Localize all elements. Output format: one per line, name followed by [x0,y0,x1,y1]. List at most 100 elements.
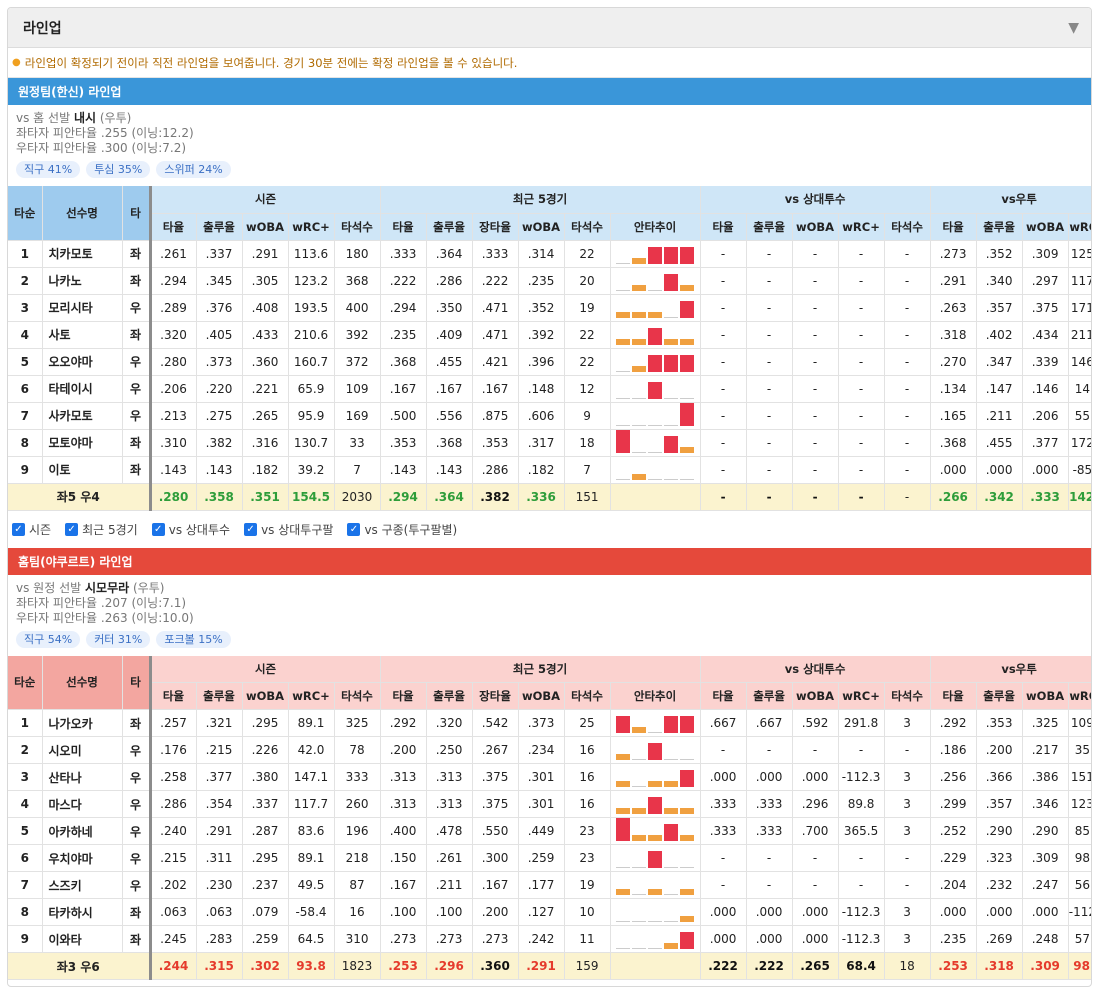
collapse-arrow-icon[interactable]: ▼ [1068,20,1079,36]
table-row[interactable]: 3 산타나 우 .258.377.380 147.1 333.313.313.375.30… [8,763,1091,791]
recent-col-header[interactable]: wOBA [518,682,565,710]
vs-pitcher-col-header[interactable]: 타율 [699,682,747,710]
table-row[interactable]: 9 이토 좌 .143.143.182 39.2 7.143.143.286.182 7- -… [8,456,1091,484]
table-row[interactable]: 9 이와타 좌 .245.283.259 64.5 310.273.273.273.242… [8,925,1091,953]
filter-checkbox[interactable]: ✓ 시즌 [12,521,51,538]
season-col-header[interactable]: 타석수 [334,682,381,710]
season-col-header[interactable]: 타율 [148,682,197,710]
filter-checkbox[interactable]: ✓ vs 상대투수 [151,521,230,538]
recent-col-header[interactable]: 안타추이 [610,682,701,710]
table-row[interactable]: 5 아카하네 우 .240.291.287 83.6 196.400.478.550.44… [8,817,1091,845]
table-row[interactable]: 3 모리시타 우 .289.376.408 193.5 400.294.350.471.3… [8,294,1091,322]
player-name[interactable]: 사카모토 [42,402,123,430]
filter-checkbox[interactable]: ✓ vs 구종(투구팔별) [347,521,457,538]
hit-trend-bar [616,921,631,922]
table-row[interactable]: 4 사토 좌 .320.405.433 210.6 392.235.409.471.392… [8,321,1091,349]
table-row[interactable]: 1 나가오카 좌 .257.321.295 89.1 325.292.320.542.37… [8,709,1091,737]
vs-pitcher-col-header[interactable]: 출루율 [746,213,793,241]
player-name[interactable]: 이와타 [42,925,123,953]
recent-col-header[interactable]: 타율 [379,682,427,710]
vs-hand-col-header[interactable]: wOBA [1022,213,1069,241]
vs-hand-col-header[interactable]: wRC+ [1068,682,1091,710]
table-row[interactable]: 8 타카하시 좌 .063.063.079 -58.4 16.100.100.200.12… [8,898,1091,926]
vs-pitcher-col-header[interactable]: wRC+ [838,682,885,710]
hit-trend-bar [648,478,663,480]
checkbox-checked-icon[interactable]: ✓ [12,522,25,536]
player-name[interactable]: 스즈키 [42,871,123,899]
player-name[interactable]: 시오미 [42,736,123,764]
recent-col-header[interactable]: 장타율 [472,682,519,710]
checkbox-checked-icon[interactable]: ✓ [151,522,165,536]
player-name[interactable]: 사토 [42,321,123,349]
checkbox-checked-icon[interactable]: ✓ [347,522,361,536]
home-pitcher-name[interactable]: 시모무라 [85,581,129,595]
table-row[interactable]: 6 타테이시 우 .206.220.221 65.9 109.167.167.167.14… [8,375,1091,403]
hit-trend-bar [648,835,663,841]
table-row[interactable]: 2 시오미 우 .176.215.226 42.0 78.200.250.267.234 1… [8,736,1091,764]
away-pitcher-name[interactable]: 내시 [74,111,96,125]
player-name[interactable]: 아카하네 [42,817,123,845]
season-col-header[interactable]: 타율 [148,213,197,241]
table-row[interactable]: 8 모토야마 좌 .310.382.316 130.7 33.353.368.353.31… [8,429,1091,457]
filter-checkbox[interactable]: ✓ vs 상대투구팔 [244,521,333,538]
recent-stat: .300 [472,844,519,872]
table-row[interactable]: 4 마스다 우 .286.354.337 117.7 260.313.313.375.30… [8,790,1091,818]
table-row[interactable]: 6 우치야마 우 .215.311.295 89.1 218.150.261.300.25… [8,844,1091,872]
player-name[interactable]: 타카하시 [42,898,123,926]
table-row[interactable]: 5 오오야마 우 .280.373.360 160.7 372.368.455.421.3… [8,348,1091,376]
season-col-header[interactable]: 타석수 [334,213,381,241]
player-name[interactable]: 나가오카 [42,709,123,737]
season-col-header[interactable]: wRC+ [288,213,335,241]
player-name[interactable]: 오오야마 [42,348,123,376]
player-name[interactable]: 산타나 [42,763,123,791]
vs-hand-col-header[interactable]: 출루율 [976,213,1023,241]
vs-hand-col-header[interactable]: 타율 [929,213,977,241]
player-name[interactable]: 치카모토 [42,240,123,268]
vs-pitcher-col-header[interactable]: 타석수 [884,682,931,710]
vs-pitcher-col-header[interactable]: 타율 [699,213,747,241]
checkbox-checked-icon[interactable]: ✓ [65,522,79,536]
panel-header[interactable]: 라인업 ▼ [8,8,1091,48]
player-name[interactable]: 타테이시 [42,375,123,403]
vs-pitcher-col-header[interactable]: 출루율 [746,682,793,710]
season-col-header[interactable]: 출루율 [196,213,243,241]
recent-col-header[interactable]: 출루율 [426,213,473,241]
season-col-header[interactable]: wOBA [242,213,289,241]
table-row[interactable]: 2 나카노 좌 .294.345.305 123.2 368.222.286.222.23… [8,267,1091,295]
season-col-header[interactable]: wRC+ [288,682,335,710]
vs-pitcher-stat: 3 [884,817,931,845]
player-name[interactable]: 마스다 [42,790,123,818]
recent-col-header[interactable]: 출루율 [426,682,473,710]
recent-col-header[interactable]: 안타추이 [610,213,701,241]
vs-pitcher-stat: - [792,375,839,403]
vs-pitcher-col-header[interactable]: wRC+ [838,213,885,241]
table-row[interactable]: 7 스즈키 우 .202.230.237 49.5 87.167.211.167.177 1… [8,871,1091,899]
player-name[interactable]: 모리시타 [42,294,123,322]
season-col-header[interactable]: wOBA [242,682,289,710]
vs-hand-col-header[interactable]: 출루율 [976,682,1023,710]
checkbox-checked-icon[interactable]: ✓ [244,522,258,536]
recent-col-header[interactable]: 장타율 [472,213,519,241]
player-name[interactable]: 이토 [42,456,123,484]
recent-col-header[interactable]: wOBA [518,213,565,241]
vs-pitcher-col-header[interactable]: wOBA [792,213,839,241]
away-lineup-table-wrap[interactable]: 타순 선수명 타 시즌 최근 5경기 vs 상대투수 vs우투 타율 출루율 wOBA wRC+ 타석… [8,186,1091,511]
batting-order: 7 [8,871,43,899]
table-row[interactable]: 1 치카모토 좌 .261.337.291 113.6 180.333.364.333.3… [8,240,1091,268]
vs-hand-col-header[interactable]: wOBA [1022,682,1069,710]
table-row[interactable]: 7 사카모토 우 .213.275.265 95.9 169.500.556.875.60… [8,402,1091,430]
vs-hand-col-header[interactable]: wRC+ [1068,213,1091,241]
recent-col-header[interactable]: 타율 [379,213,427,241]
filter-checkbox[interactable]: ✓ 최근 5경기 [65,521,138,538]
vs-pitcher-col-header[interactable]: 타석수 [884,213,931,241]
player-name[interactable]: 나카노 [42,267,123,295]
vs-pitcher-col-header[interactable]: wOBA [792,682,839,710]
season-col-header[interactable]: 출루율 [196,682,243,710]
recent-col-header[interactable]: 타석수 [564,213,611,241]
player-name[interactable]: 모토야마 [42,429,123,457]
home-lineup-table-wrap[interactable]: 타순 선수명 타 시즌 최근 5경기 vs 상대투수 vs우투 타율 출루율 wOBA wRC+ 타석… [8,655,1091,980]
bat-hand: 우 [122,871,151,899]
vs-hand-col-header[interactable]: 타율 [929,682,977,710]
recent-col-header[interactable]: 타석수 [564,682,611,710]
player-name[interactable]: 우치야마 [42,844,123,872]
